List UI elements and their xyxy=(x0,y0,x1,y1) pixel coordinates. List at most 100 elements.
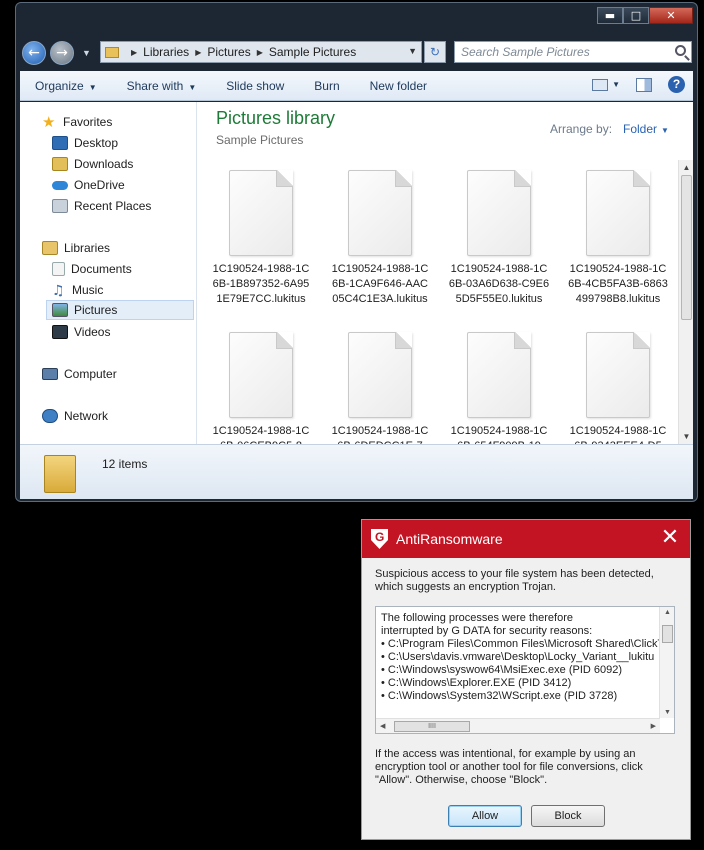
document-icon xyxy=(348,170,412,256)
new-folder-button[interactable]: New folder xyxy=(355,79,442,93)
scrollbar-thumb[interactable] xyxy=(662,625,673,643)
file-name: 1C190524-1988-1C6B-4CB5FA3B-6863499798B8… xyxy=(568,263,668,305)
network-icon xyxy=(42,409,58,423)
documents-icon xyxy=(52,262,65,276)
nav-label: Music xyxy=(72,283,104,297)
nav-label: Recent Places xyxy=(74,199,152,213)
search-input[interactable]: Search Sample Pictures xyxy=(454,41,692,63)
process-line: • C:\Windows\syswow64\MsiExec.exe (PID 6… xyxy=(381,664,623,676)
file-grid: 1C190524-1988-1C6B-1B897352-6A951E79E7CC… xyxy=(198,164,676,444)
nav-videos[interactable]: Videos xyxy=(52,322,110,342)
scroll-down-icon[interactable]: ▼ xyxy=(679,429,694,444)
recent-pages-dropdown-icon[interactable]: ▼ xyxy=(82,48,91,58)
file-name: 1C190524-1988-1C6B-9343EEE4-D5 xyxy=(569,425,667,444)
nav-downloads[interactable]: Downloads xyxy=(52,154,133,174)
gdata-shield-icon xyxy=(371,529,388,549)
nav-music[interactable]: ♫ Music xyxy=(52,280,103,300)
nav-label: Videos xyxy=(74,325,111,339)
nav-network[interactable]: Network xyxy=(42,406,108,426)
process-list-vertical-scrollbar[interactable]: ▲ ▼ xyxy=(659,607,674,718)
forward-button[interactable]: → xyxy=(50,41,74,65)
file-item[interactable]: 1C190524-1988-1C6B-06CEB9C5-8 xyxy=(206,332,316,444)
detection-message: Suspicious access to your file system ha… xyxy=(375,568,654,593)
organize-button[interactable]: Organize ▼ xyxy=(20,79,112,93)
nav-onedrive[interactable]: OneDrive xyxy=(52,175,125,195)
breadcrumb-libraries[interactable]: Libraries xyxy=(143,45,189,59)
file-item[interactable]: 1C190524-1988-1C6B-6DEDCC1E-7 xyxy=(325,332,435,444)
nav-desktop[interactable]: Desktop xyxy=(52,133,118,153)
process-list-horizontal-scrollbar[interactable]: ◀ IIII ▶ xyxy=(376,718,660,733)
nav-label: Downloads xyxy=(74,157,134,171)
nav-label: Network xyxy=(64,409,109,423)
nav-computer[interactable]: Computer xyxy=(42,364,117,384)
document-icon xyxy=(467,332,531,418)
chevron-down-icon[interactable]: ▼ xyxy=(408,46,417,56)
file-item[interactable]: 1C190524-1988-1C6B-9343EEE4-D5 xyxy=(563,332,673,444)
nav-recent-places[interactable]: Recent Places xyxy=(52,196,151,216)
scroll-right-icon[interactable]: ▶ xyxy=(651,722,656,730)
star-icon: ★ xyxy=(42,113,56,131)
chevron-right-icon[interactable]: ▶ xyxy=(195,48,201,57)
antiransomware-dialog: AntiRansomware ✕ Suspicious access to yo… xyxy=(361,519,691,840)
scrollbar-thumb[interactable]: IIII xyxy=(394,721,470,732)
document-icon xyxy=(229,332,293,418)
document-icon xyxy=(586,170,650,256)
chevron-right-icon[interactable]: ▶ xyxy=(131,48,137,57)
close-button[interactable]: ✕ xyxy=(649,7,693,24)
change-view-icon[interactable] xyxy=(592,78,609,91)
nav-libraries[interactable]: Libraries xyxy=(42,238,110,258)
address-bar[interactable]: ▶ Libraries ▶ Pictures ▶ Sample Pictures… xyxy=(100,41,422,63)
file-item[interactable]: 1C190524-1988-1C6B-1B897352-6A951E79E7CC… xyxy=(206,170,316,307)
nav-label: Computer xyxy=(64,367,117,381)
folder-icon xyxy=(44,455,76,493)
chevron-right-icon[interactable]: ▶ xyxy=(257,48,263,57)
file-name: 1C190524-1988-1C6B-654F909B-19 xyxy=(450,425,548,444)
allow-button[interactable]: Allow xyxy=(448,805,522,827)
process-line: • C:\Windows\System32\WScript.exe (PID 3… xyxy=(381,690,618,702)
process-line: • C:\Program Files\Common Files\Microsof… xyxy=(381,638,665,650)
arrange-by-dropdown[interactable]: Folder ▼ xyxy=(623,122,669,136)
scroll-up-icon[interactable]: ▲ xyxy=(679,160,694,175)
file-item[interactable]: 1C190524-1988-1C6B-03A6D638-C9E65D5F55E0… xyxy=(444,170,554,307)
vertical-scrollbar[interactable]: ▲ ▼ xyxy=(678,160,693,444)
breadcrumb-pictures[interactable]: Pictures xyxy=(207,45,250,59)
process-line: • C:\Windows\Explorer.EXE (PID 3412) xyxy=(381,677,572,689)
share-with-label: Share with xyxy=(126,78,184,93)
back-button[interactable]: ← xyxy=(22,41,46,65)
file-name: 1C190524-1988-1C6B-06CEB9C5-8 xyxy=(212,425,310,444)
minimize-button[interactable]: ▬ xyxy=(597,7,623,24)
nav-label: Documents xyxy=(71,262,132,276)
file-item[interactable]: 1C190524-1988-1C6B-4CB5FA3B-6863499798B8… xyxy=(563,170,673,307)
instruction-message: If the access was intentional, for examp… xyxy=(375,748,643,786)
folder-icon xyxy=(105,46,119,58)
chevron-down-icon[interactable]: ▼ xyxy=(612,80,620,89)
search-icon[interactable] xyxy=(675,45,686,56)
scroll-up-icon[interactable]: ▲ xyxy=(664,609,671,616)
nav-label: Favorites xyxy=(63,115,113,129)
breadcrumb-sample-pictures[interactable]: Sample Pictures xyxy=(269,45,356,59)
computer-icon xyxy=(42,368,58,380)
burn-button[interactable]: Burn xyxy=(299,79,354,93)
file-item[interactable]: 1C190524-1988-1C6B-654F909B-19 xyxy=(444,332,554,444)
document-icon xyxy=(348,332,412,418)
nav-documents[interactable]: Documents xyxy=(52,259,132,279)
content-area: ★ Favorites Desktop Downloads OneDrive Re… xyxy=(20,102,693,444)
slide-show-button[interactable]: Slide show xyxy=(211,79,299,93)
scroll-left-icon[interactable]: ◀ xyxy=(380,722,385,730)
nav-pictures[interactable]: Pictures xyxy=(46,300,194,320)
maximize-button[interactable]: □ xyxy=(623,7,649,24)
process-list-box[interactable]: The following processes were therefore i… xyxy=(375,606,675,734)
preview-pane-icon[interactable] xyxy=(636,77,652,92)
item-count: 12 items xyxy=(102,457,148,471)
nav-favorites[interactable]: ★ Favorites xyxy=(42,112,112,132)
help-icon[interactable]: ? xyxy=(668,76,685,93)
dialog-close-button[interactable]: ✕ xyxy=(658,526,682,550)
block-button[interactable]: Block xyxy=(531,805,605,827)
film-icon xyxy=(52,325,68,339)
share-with-button[interactable]: Share with ▼ xyxy=(112,79,212,93)
refresh-button[interactable]: ↻ xyxy=(424,41,446,63)
file-name: 1C190524-1988-1C6B-1B897352-6A951E79E7CC… xyxy=(212,263,310,305)
scroll-down-icon[interactable]: ▼ xyxy=(664,709,671,716)
scrollbar-thumb[interactable] xyxy=(681,175,692,320)
file-item[interactable]: 1C190524-1988-1C6B-1CA9F646-AAC05C4C1E3A… xyxy=(325,170,435,307)
